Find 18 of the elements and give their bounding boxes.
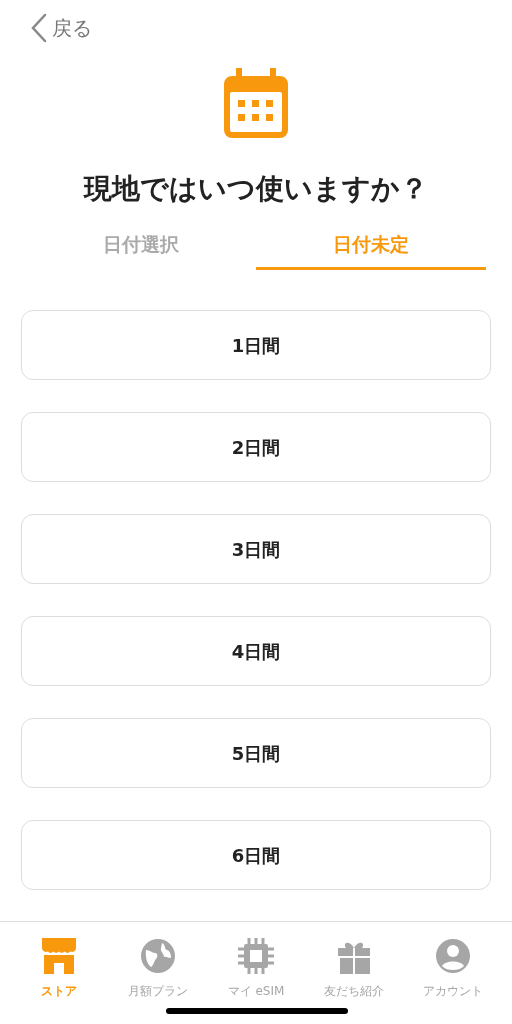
person-circle-icon xyxy=(434,938,471,974)
duration-option[interactable]: 1日間 xyxy=(21,310,491,380)
chip-icon xyxy=(237,938,274,974)
duration-option[interactable]: 4日間 xyxy=(21,616,491,686)
duration-option[interactable]: 3日間 xyxy=(21,514,491,584)
nav-tab[interactable]: マイ eSIM xyxy=(210,938,301,1000)
nav-tab[interactable]: 月額プラン xyxy=(112,938,203,1000)
duration-option[interactable]: 6日間 xyxy=(21,820,491,890)
nav-tab[interactable]: アカウント xyxy=(407,938,498,1000)
calendar-icon xyxy=(224,68,288,138)
nav-tab[interactable]: 友だち紹介 xyxy=(309,938,400,1000)
page-title: 現地ではいつ使いますか？ xyxy=(82,171,429,207)
storefront-icon xyxy=(40,938,79,974)
duration-option[interactable]: 5日間 xyxy=(21,718,491,788)
back-link[interactable]: 戻る xyxy=(30,13,92,43)
chevron-left-icon xyxy=(30,13,48,43)
globe-icon xyxy=(139,938,176,974)
duration-option[interactable]: 2日間 xyxy=(21,412,491,482)
